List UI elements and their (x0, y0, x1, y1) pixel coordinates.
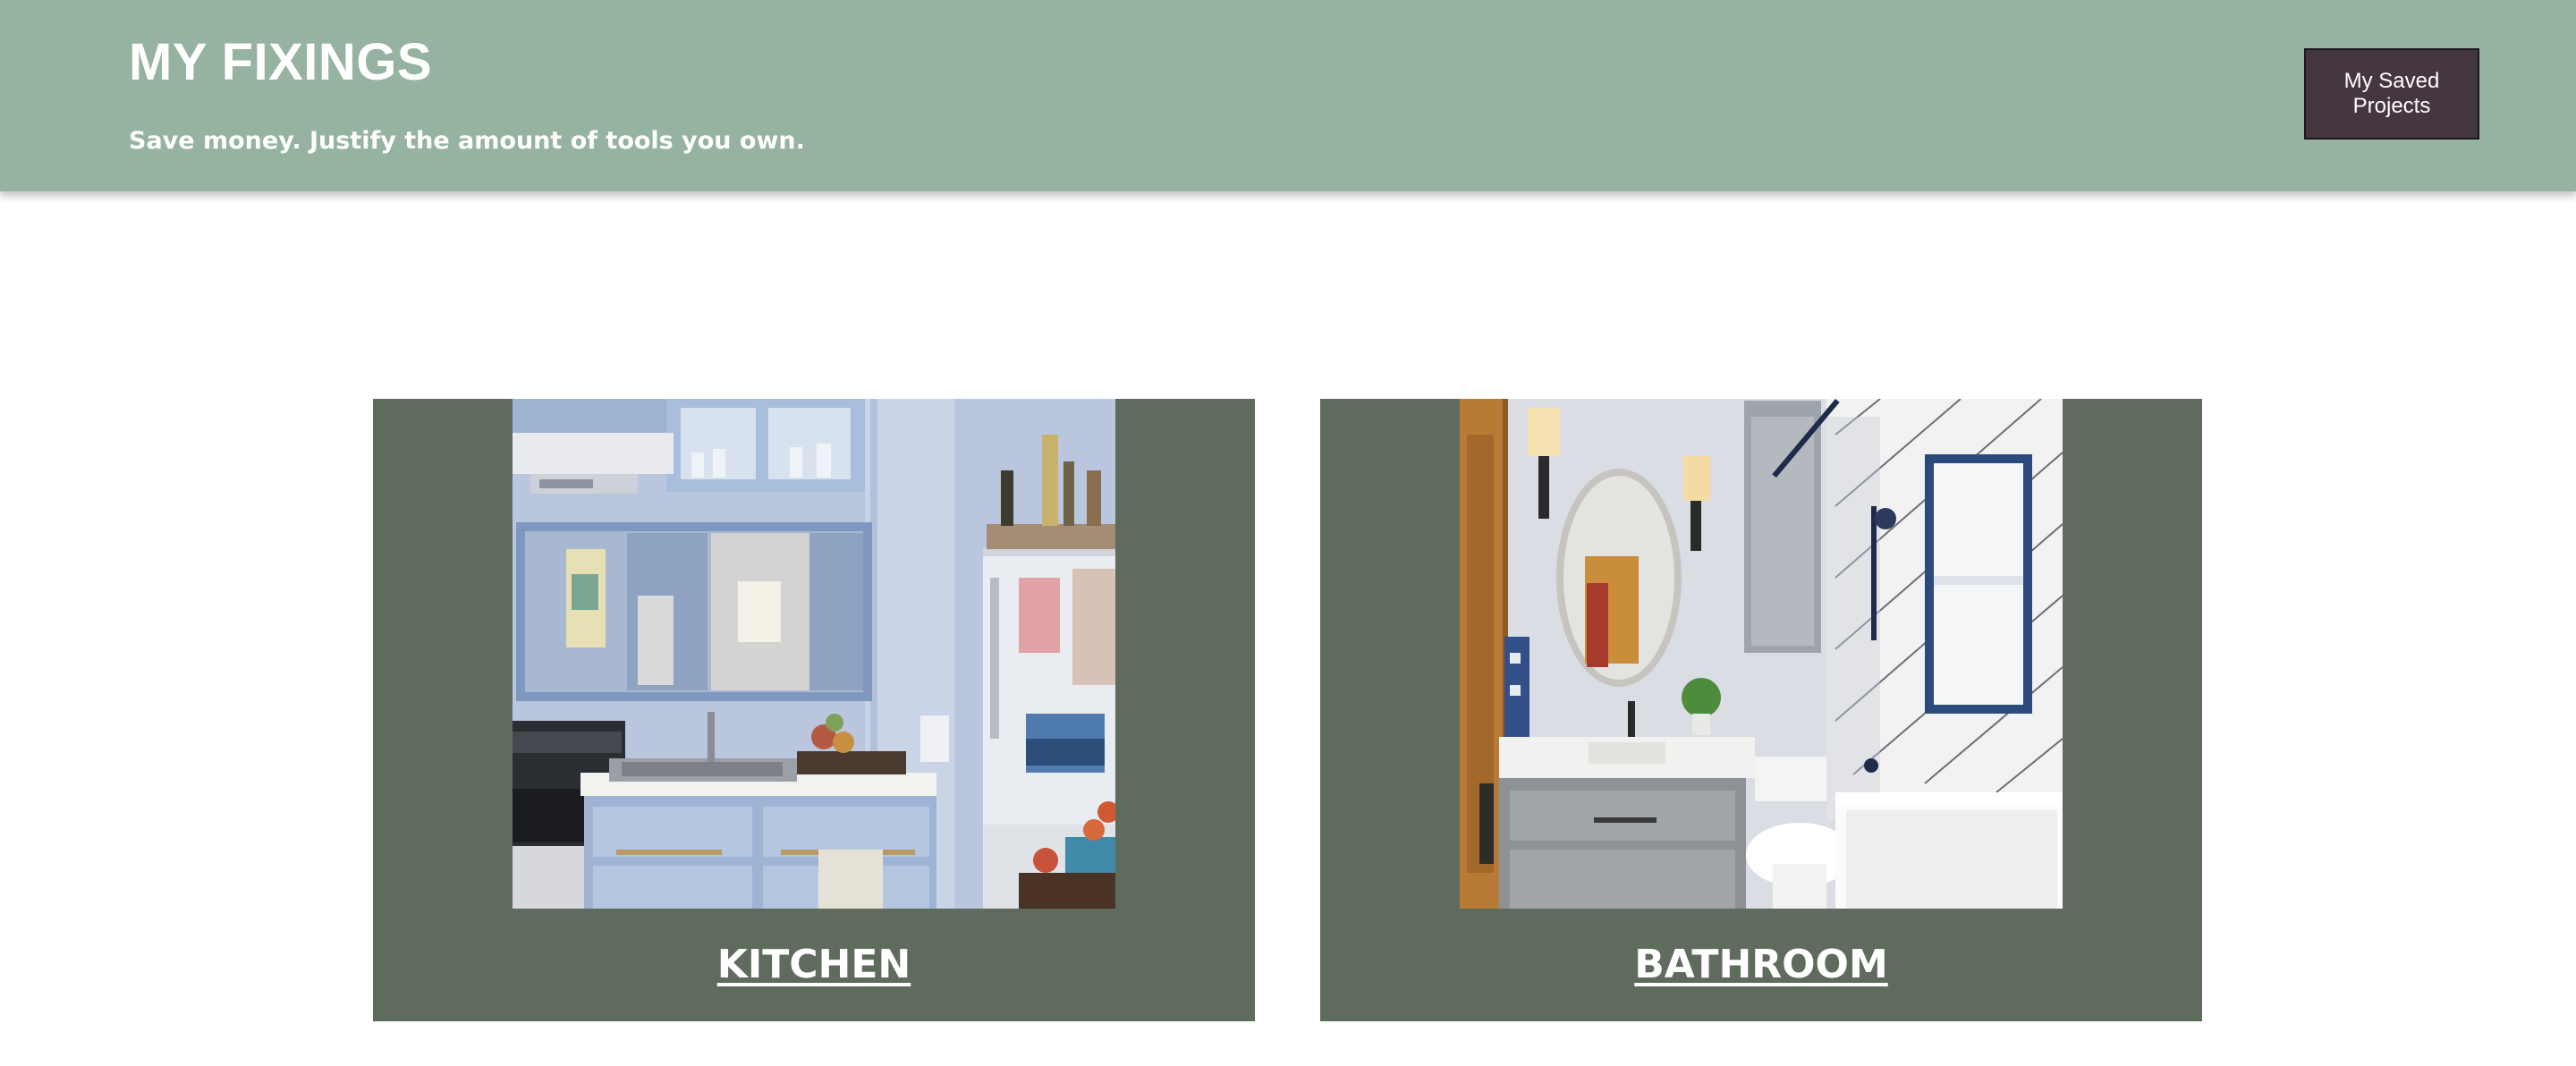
site-title: MY FIXINGS (129, 33, 433, 91)
kitchen-photo[interactable] (513, 399, 1115, 909)
bathroom-photo[interactable] (1460, 399, 2063, 909)
my-saved-projects-label: My Saved Projects (2343, 69, 2440, 118)
my-saved-projects-button[interactable]: My Saved Projects (2304, 48, 2479, 140)
site-header: MY FIXINGS Save money. Justify the amoun… (0, 0, 2576, 191)
room-card-bathroom[interactable]: BATHROOM (1320, 399, 2202, 1021)
room-card-kitchen[interactable]: KITCHEN (373, 399, 1255, 1021)
site-tagline: Save money. Justify the amount of tools … (129, 127, 805, 155)
bathroom-link[interactable]: BATHROOM (1320, 934, 2202, 996)
kitchen-link[interactable]: KITCHEN (373, 934, 1255, 996)
